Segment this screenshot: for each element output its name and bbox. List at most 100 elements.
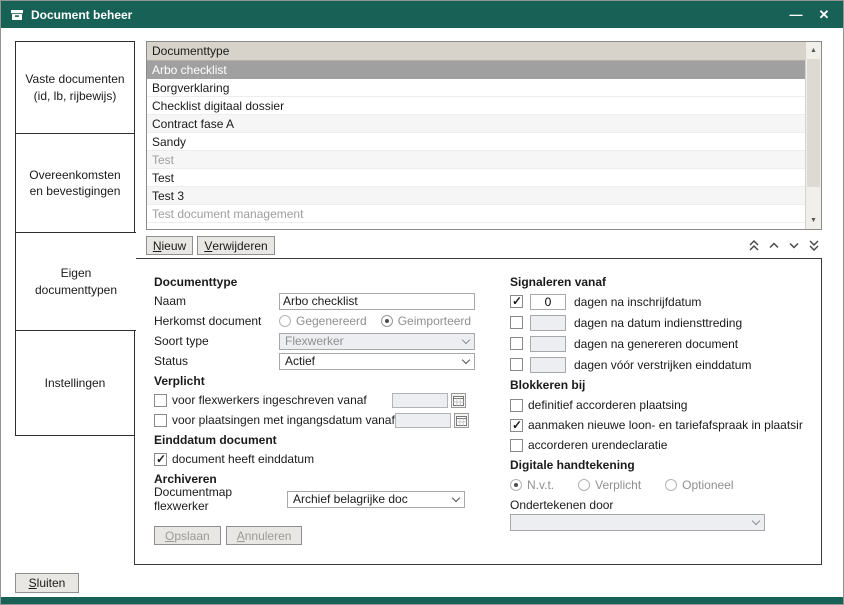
- radio-geimporteerd-label: Geimporteerd: [398, 314, 471, 328]
- list-item[interactable]: Arbo checklist: [147, 61, 805, 79]
- list-item[interactable]: Borgverklaring: [147, 79, 805, 97]
- chevron-down-icon: [452, 493, 460, 501]
- signaleren-einddatum-checkbox[interactable]: [510, 358, 523, 371]
- handtekening-options: N.v.t. Verplicht Optioneel: [510, 474, 812, 495]
- move-bottom-icon[interactable]: [806, 238, 822, 252]
- list-item[interactable]: Sandy: [147, 133, 805, 151]
- radio-geimporteerd[interactable]: [381, 315, 393, 327]
- radio-nvt[interactable]: [510, 479, 522, 491]
- signaleren-indiensttreding-checkbox[interactable]: [510, 316, 523, 329]
- naam-row: Naam: [154, 291, 486, 311]
- section-documenttype: Documenttype: [154, 272, 486, 291]
- list-item[interactable]: Test document management: [147, 205, 805, 223]
- signaleren-label: dagen na datum indiensttreding: [574, 316, 742, 330]
- delete-button[interactable]: Verwijderen: [197, 236, 275, 255]
- cancel-button[interactable]: Annuleren: [226, 526, 303, 545]
- radio-verplicht-label: Verplicht: [595, 478, 641, 492]
- genereren-days-input[interactable]: [530, 336, 566, 352]
- blokkeren-tariefafspraak-checkbox[interactable]: [510, 419, 523, 432]
- titlebar: Document beheer — ✕: [1, 1, 843, 28]
- inschrijfdatum-days-input[interactable]: [530, 294, 566, 310]
- tab-instellingen[interactable]: Instellingen: [15, 330, 135, 436]
- verplicht-flexwerkers-checkbox[interactable]: [154, 394, 167, 407]
- einddatum-label: document heeft einddatum: [172, 452, 314, 466]
- blokkeren-row: aanmaken nieuwe loon- en tariefafspraak …: [510, 415, 812, 435]
- list-item-label: Checklist digitaal dossier: [152, 99, 284, 113]
- tab-vaste-documenten[interactable]: Vaste documenten (id, lb, rijbewijs): [15, 41, 135, 134]
- verplicht-plaatsingen-checkbox[interactable]: [154, 414, 167, 427]
- move-up-icon[interactable]: [766, 238, 782, 252]
- indiensttreding-days-input[interactable]: [530, 315, 566, 331]
- document-type-form: Documenttype Naam Herkomst document Gege…: [134, 258, 822, 565]
- close-button[interactable]: Sluiten: [15, 573, 79, 593]
- herkomst-row: Herkomst document Gegenereerd Geimportee…: [154, 311, 486, 331]
- plaatsingen-date-input[interactable]: [395, 413, 451, 428]
- ondertekenen-select[interactable]: [510, 514, 765, 531]
- soort-type-select[interactable]: Flexwerker: [279, 333, 475, 350]
- chevron-down-icon: [462, 355, 470, 363]
- verplicht-flexwerkers-label: voor flexwerkers ingeschreven vanaf: [172, 393, 367, 407]
- list-column-header: Documenttype: [147, 42, 805, 61]
- chevron-down-icon: [462, 335, 470, 343]
- list-item[interactable]: Test: [147, 151, 805, 169]
- documentmap-value: Archief belagrijke doc: [293, 492, 408, 506]
- radio-gegenereerd[interactable]: [279, 315, 291, 327]
- signaleren-row: dagen na inschrijfdatum: [510, 291, 812, 312]
- list-item-label: Borgverklaring: [152, 81, 229, 95]
- list-item[interactable]: Test: [147, 169, 805, 187]
- soort-type-label: Soort type: [154, 334, 279, 348]
- signaleren-inschrijfdatum-checkbox[interactable]: [510, 295, 523, 308]
- scrollbar-thumb[interactable]: [807, 59, 820, 187]
- list-item[interactable]: Test 3: [147, 187, 805, 205]
- documentmap-select[interactable]: Archief belagrijke doc: [287, 491, 465, 508]
- tab-label: Vaste documenten (id, lb, rijbewijs): [23, 71, 127, 103]
- naam-input[interactable]: [279, 293, 475, 310]
- list-item[interactable]: Contract fase A: [147, 115, 805, 133]
- scroll-down-icon[interactable]: ▼: [806, 213, 821, 228]
- einddatum-checkbox[interactable]: [154, 453, 167, 466]
- status-value: Actief: [285, 354, 315, 368]
- list-scrollbar[interactable]: ▲ ▼: [805, 42, 821, 229]
- blokkeren-urendeclaratie-checkbox[interactable]: [510, 439, 523, 452]
- list-item-label: Test document management: [152, 207, 303, 221]
- naam-label: Naam: [154, 294, 279, 308]
- signaleren-genereren-checkbox[interactable]: [510, 337, 523, 350]
- verplicht-plaatsingen-row: voor plaatsingen met ingangsdatum vanaf: [154, 410, 466, 430]
- blokkeren-plaatsing-checkbox[interactable]: [510, 399, 523, 412]
- tab-eigen-documenttypen[interactable]: Eigen documenttypen: [15, 232, 136, 331]
- radio-gegenereerd-label: Gegenereerd: [296, 314, 367, 328]
- signaleren-label: dagen vóór verstrijken einddatum: [574, 358, 751, 372]
- window-title: Document beheer: [31, 8, 132, 22]
- chevron-down-icon: [752, 517, 760, 525]
- window-bottom-border: [1, 597, 843, 604]
- move-top-icon[interactable]: [746, 238, 762, 252]
- list-item-label: Arbo checklist: [152, 63, 227, 77]
- radio-verplicht[interactable]: [578, 479, 590, 491]
- status-row: Status Actief: [154, 351, 486, 371]
- section-einddatum: Einddatum document: [154, 430, 486, 449]
- list-rows: Arbo checklist Borgverklaring Checklist …: [147, 61, 805, 229]
- scroll-up-icon[interactable]: ▲: [806, 43, 821, 58]
- new-button[interactable]: Nieuw: [146, 236, 193, 255]
- einddatum-days-input[interactable]: [530, 357, 566, 373]
- close-icon[interactable]: ✕: [814, 6, 834, 24]
- minimize-button[interactable]: —: [786, 6, 806, 24]
- save-button[interactable]: Opslaan: [154, 526, 221, 545]
- tab-label: Overeenkomsten en bevestigingen: [23, 167, 127, 199]
- sidebar-tabs: Vaste documenten (id, lb, rijbewijs) Ove…: [15, 41, 135, 436]
- window-controls: — ✕: [786, 6, 834, 24]
- blokkeren-label: aanmaken nieuwe loon- en tariefafspraak …: [528, 418, 803, 432]
- flexwerkers-date-input[interactable]: [392, 393, 448, 408]
- tab-overeenkomsten[interactable]: Overeenkomsten en bevestigingen: [15, 133, 135, 233]
- calendar-icon[interactable]: [451, 393, 466, 408]
- calendar-icon[interactable]: [454, 413, 469, 428]
- move-down-icon[interactable]: [786, 238, 802, 252]
- section-blokkeren: Blokkeren bij: [510, 375, 812, 395]
- soort-type-value: Flexwerker: [285, 334, 344, 348]
- status-select[interactable]: Actief: [279, 353, 475, 370]
- signaleren-label: dagen na inschrijfdatum: [574, 295, 701, 309]
- radio-optioneel[interactable]: [665, 479, 677, 491]
- tab-label: Eigen documenttypen: [23, 265, 129, 297]
- section-handtekening: Digitale handtekening: [510, 455, 812, 474]
- list-item[interactable]: Checklist digitaal dossier: [147, 97, 805, 115]
